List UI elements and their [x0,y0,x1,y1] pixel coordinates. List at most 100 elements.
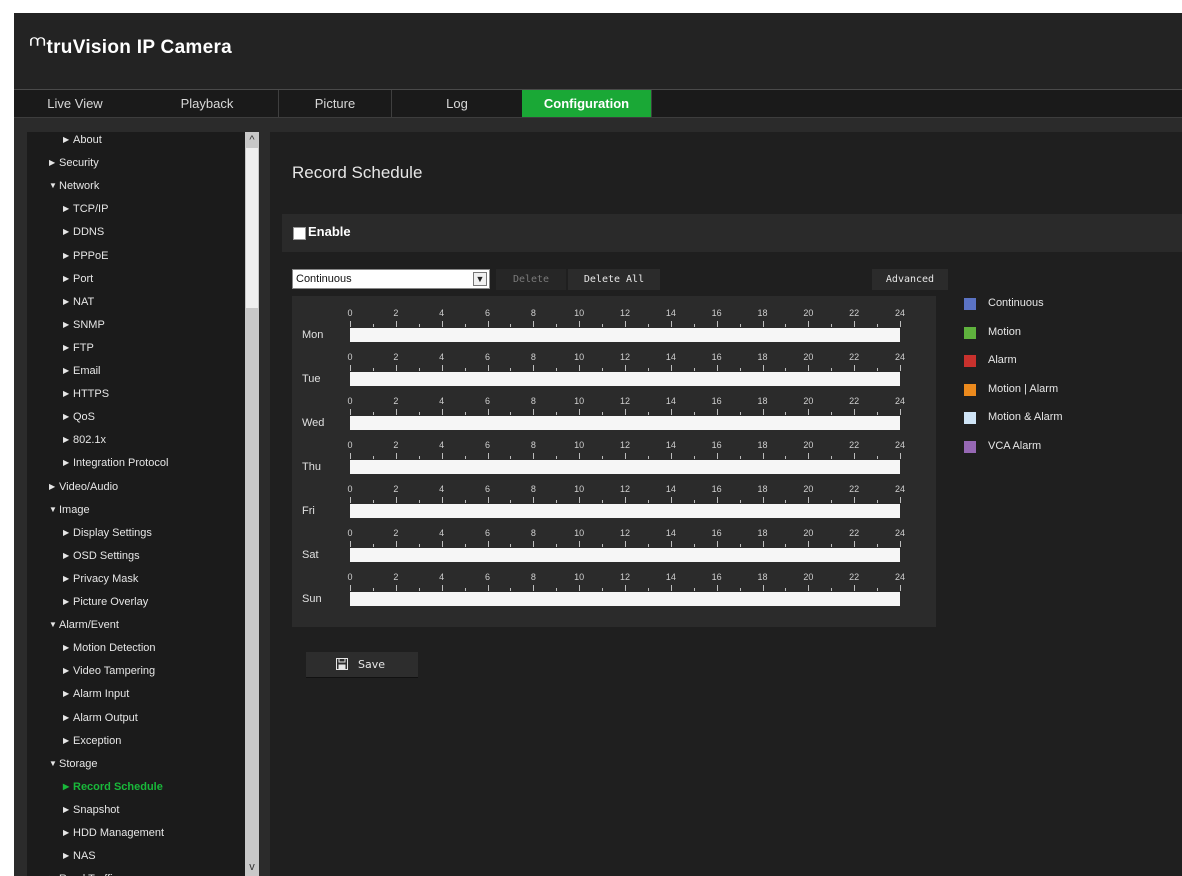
hour-tick [602,588,603,591]
sidebar-item[interactable]: ▶ Security [49,157,99,169]
sidebar-item-label: Snapshot [73,804,120,816]
sidebar-item[interactable]: ▶ Alarm Input [63,688,129,700]
day-schedule-bar[interactable] [350,592,900,606]
sidebar-item[interactable]: ▶ Email [63,365,101,377]
sidebar-item[interactable]: ▶ PPPoE [63,250,108,262]
sidebar-item[interactable]: ▶ Port [63,273,93,285]
top-navigation: Live View Playback Picture Log Configura… [14,89,1182,118]
sidebar-item[interactable]: ▶ Motion Detection [63,642,156,654]
hour-tick [671,497,672,503]
advanced-button[interactable]: Advanced [872,269,948,290]
hour-tick [373,324,374,327]
sidebar-item[interactable]: ▶ DDNS [63,226,104,238]
day-schedule-bar[interactable] [350,504,900,518]
scroll-up-icon[interactable]: ^ [245,132,259,148]
hour-tick [419,412,420,415]
sidebar-item[interactable]: ▼ Storage [49,758,98,770]
hour-tick [442,321,443,327]
hour-tick [419,456,420,459]
sidebar-item[interactable]: ▶ 802.1x [63,434,106,446]
sidebar-item[interactable]: ▼ Network [49,180,99,192]
hour-tick [831,324,832,327]
chevron-down-icon[interactable]: ▼ [473,272,487,286]
caret-right-icon: ▶ [63,828,70,837]
sidebar-item[interactable]: ▶ Video Tampering [63,665,155,677]
day-schedule-bar[interactable] [350,372,900,386]
hour-tick-label: 16 [711,572,722,582]
scrollbar-thumb[interactable] [246,148,258,308]
legend-swatch [964,355,976,368]
hour-tick [373,412,374,415]
hour-tick-label: 6 [484,308,491,318]
app-window: ⩋truVision IP Camera Live View Playback … [14,13,1182,876]
hour-tick [694,544,695,547]
sidebar-item[interactable]: ▶ HTTPS [63,388,109,400]
sidebar-item[interactable]: ▶ TCP/IP [63,203,108,215]
hour-tick [488,541,489,547]
tab-log[interactable]: Log [392,90,522,117]
sidebar-item[interactable]: ▶ Record Schedule [63,781,163,793]
caret-right-icon: ▶ [63,713,70,722]
sidebar-item[interactable]: ▶ Exception [63,735,121,747]
sidebar-item[interactable]: ▶ Display Settings [63,527,152,539]
tab-playback[interactable]: Playback [136,90,278,117]
tab-picture[interactable]: Picture [279,90,391,117]
day-schedule-bar[interactable] [350,416,900,430]
sidebar-item[interactable]: ▶ NAT [63,296,94,308]
sidebar-item[interactable]: ▶ SNMP [63,319,105,331]
day-schedule-bar[interactable] [350,328,900,342]
delete-button[interactable]: Delete [496,269,566,290]
sidebar-item[interactable]: ▶ OSD Settings [63,550,140,562]
hour-tick [854,585,855,591]
caret-right-icon: ▶ [63,551,70,560]
enable-label: Enable [308,224,351,239]
hour-tick-label: 24 [894,396,906,406]
record-type-select[interactable]: Continuous ▼ [292,269,490,289]
hour-tick-label: 2 [393,308,399,318]
sidebar-item[interactable]: ▶ Video/Audio [49,481,118,493]
hour-tick [579,497,580,503]
sidebar-item[interactable]: ▶ HDD Management [63,827,164,839]
scroll-down-icon[interactable]: v [245,859,259,875]
sidebar-item[interactable]: ▶ Privacy Mask [63,573,138,585]
hour-tick-label: 4 [439,440,445,450]
enable-checkbox[interactable] [293,227,306,240]
hour-tick [717,321,718,327]
page-title: Record Schedule [292,163,423,182]
sidebar-item[interactable]: ▶ Integration Protocol [63,457,168,469]
sidebar-item-label: Exception [73,735,122,747]
hour-tick [510,412,511,415]
tab-configuration[interactable]: Configuration [522,90,651,117]
day-schedule-bar[interactable] [350,460,900,474]
sidebar-item[interactable]: ▶ Alarm Output [63,712,138,724]
sidebar-item[interactable]: ▶ Snapshot [63,804,119,816]
hour-tick [602,544,603,547]
sidebar-item[interactable]: ▶ About [63,134,102,146]
tab-live-view[interactable]: Live View [14,90,136,117]
sidebar-item[interactable]: ▼ Alarm/Event [49,619,119,631]
hour-tick-label: 14 [665,352,676,362]
hour-tick [740,324,741,327]
day-label: Sun [302,593,322,605]
hour-tick [510,368,511,371]
hour-tick [488,321,489,327]
hour-tick [602,500,603,503]
delete-all-button[interactable]: Delete All [568,269,660,290]
hour-tick [808,321,809,327]
hour-tick-label: 18 [757,352,768,362]
hour-tick [671,585,672,591]
hour-tick [442,409,443,415]
day-label: Mon [302,329,324,341]
save-button[interactable]: Save [306,652,418,678]
hour-tick [740,412,741,415]
sidebar-item[interactable]: ▶ Picture Overlay [63,596,148,608]
sidebar-item[interactable]: ▼ Image [49,504,90,516]
sidebar-item[interactable]: ▶ QoS [63,411,95,423]
sidebar-item[interactable]: ▶ NAS [63,850,96,862]
sidebar-item[interactable]: ▶ FTP [63,342,94,354]
day-schedule-bar[interactable] [350,548,900,562]
hour-tick [556,544,557,547]
hour-tick [717,365,718,371]
hour-tick [808,585,809,591]
sidebar-item-label: TCP/IP [73,203,109,215]
